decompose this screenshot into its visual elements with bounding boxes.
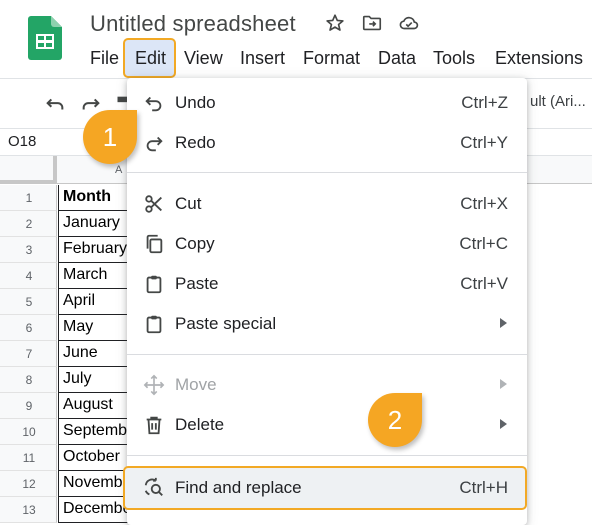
move-label: Move: [175, 375, 217, 394]
menu-item-redo[interactable]: Redo Ctrl+Y: [127, 123, 527, 163]
find-replace-shortcut: Ctrl+H: [459, 478, 508, 497]
menu-divider: [127, 455, 527, 456]
menu-view[interactable]: View: [184, 48, 223, 69]
document-title[interactable]: Untitled spreadsheet: [90, 11, 296, 37]
step-2-callout: 2: [368, 393, 422, 447]
row-number[interactable]: 3: [0, 237, 57, 263]
row-number[interactable]: 13: [0, 497, 57, 523]
redo-icon: [146, 136, 163, 152]
row-number[interactable]: 6: [0, 315, 57, 341]
paste-special-label: Paste special: [175, 314, 277, 333]
move-to-folder-icon[interactable]: [361, 12, 383, 34]
delete-label: Delete: [175, 415, 225, 434]
find-replace-icon: [144, 477, 163, 496]
move-arrows-icon: [143, 374, 165, 396]
menu-file[interactable]: File: [90, 48, 119, 69]
menu-divider: [127, 354, 527, 355]
menu-item-copy[interactable]: Copy Ctrl+C: [127, 224, 527, 264]
submenu-arrow-icon: [500, 379, 507, 389]
menu-bar: File Edit View Insert Format Data Tools …: [0, 44, 592, 74]
row-number[interactable]: 8: [0, 367, 57, 393]
column-a-header[interactable]: A: [115, 164, 122, 176]
edit-dropdown-menu: Undo Ctrl+Z Redo Ctrl+Y Cut Ctrl+X Copy …: [127, 78, 527, 525]
find-replace-label: Find and replace: [175, 478, 302, 497]
paste-label: Paste: [175, 274, 219, 293]
copy-icon: [146, 234, 163, 254]
menu-tools[interactable]: Tools: [433, 48, 475, 69]
row-number[interactable]: 9: [0, 393, 57, 419]
row-number[interactable]: 7: [0, 341, 57, 367]
row-number[interactable]: 10: [0, 419, 57, 445]
menu-item-cut[interactable]: Cut Ctrl+X: [127, 184, 527, 224]
menu-item-move: Move: [127, 365, 527, 405]
row-number[interactable]: 4: [0, 263, 57, 289]
scissors-icon: [145, 195, 162, 213]
star-icon[interactable]: [324, 12, 346, 34]
trash-icon: [146, 416, 162, 435]
step-1-callout: 1: [83, 110, 137, 164]
cloud-status-icon[interactable]: [398, 12, 420, 34]
undo-icon: [145, 96, 162, 112]
clipboard-icon: [146, 275, 162, 294]
menu-insert[interactable]: Insert: [240, 48, 285, 69]
font-selector[interactable]: ult (Ari...: [530, 93, 586, 110]
menu-extensions[interactable]: Extensions: [495, 48, 583, 69]
step-1-number: 1: [102, 122, 118, 152]
menu-edit[interactable]: Edit: [135, 48, 166, 69]
row-number[interactable]: 1: [0, 185, 57, 211]
submenu-arrow-icon: [500, 318, 507, 328]
redo-label: Redo: [175, 133, 216, 152]
submenu-arrow-icon: [500, 419, 507, 429]
copy-shortcut: Ctrl+C: [459, 234, 508, 253]
redo-shortcut: Ctrl+Y: [460, 133, 508, 152]
menu-item-paste[interactable]: Paste Ctrl+V: [127, 264, 527, 304]
step-2-number: 2: [387, 405, 403, 435]
row-number[interactable]: 12: [0, 471, 57, 497]
undo-label: Undo: [175, 93, 216, 112]
menu-item-delete[interactable]: Delete: [127, 405, 527, 445]
menu-item-paste-special[interactable]: Paste special: [127, 304, 527, 344]
undo-shortcut: Ctrl+Z: [461, 93, 508, 112]
row-number[interactable]: 5: [0, 289, 57, 315]
menu-divider: [127, 172, 527, 173]
toolbar-undo-icon[interactable]: [44, 93, 66, 115]
select-all-corner[interactable]: [0, 156, 57, 184]
row-number[interactable]: 11: [0, 445, 57, 471]
menu-item-undo[interactable]: Undo Ctrl+Z: [127, 83, 527, 123]
clipboard-icon: [146, 315, 162, 334]
copy-label: Copy: [175, 234, 215, 253]
menu-data[interactable]: Data: [378, 48, 416, 69]
row-number[interactable]: 2: [0, 211, 57, 237]
name-box[interactable]: O18: [8, 133, 36, 150]
cut-shortcut: Ctrl+X: [460, 194, 508, 213]
cut-label: Cut: [175, 194, 202, 213]
menu-item-find-and-replace[interactable]: Find and replace Ctrl+H: [127, 468, 527, 508]
menu-format[interactable]: Format: [303, 48, 360, 69]
paste-shortcut: Ctrl+V: [460, 274, 508, 293]
